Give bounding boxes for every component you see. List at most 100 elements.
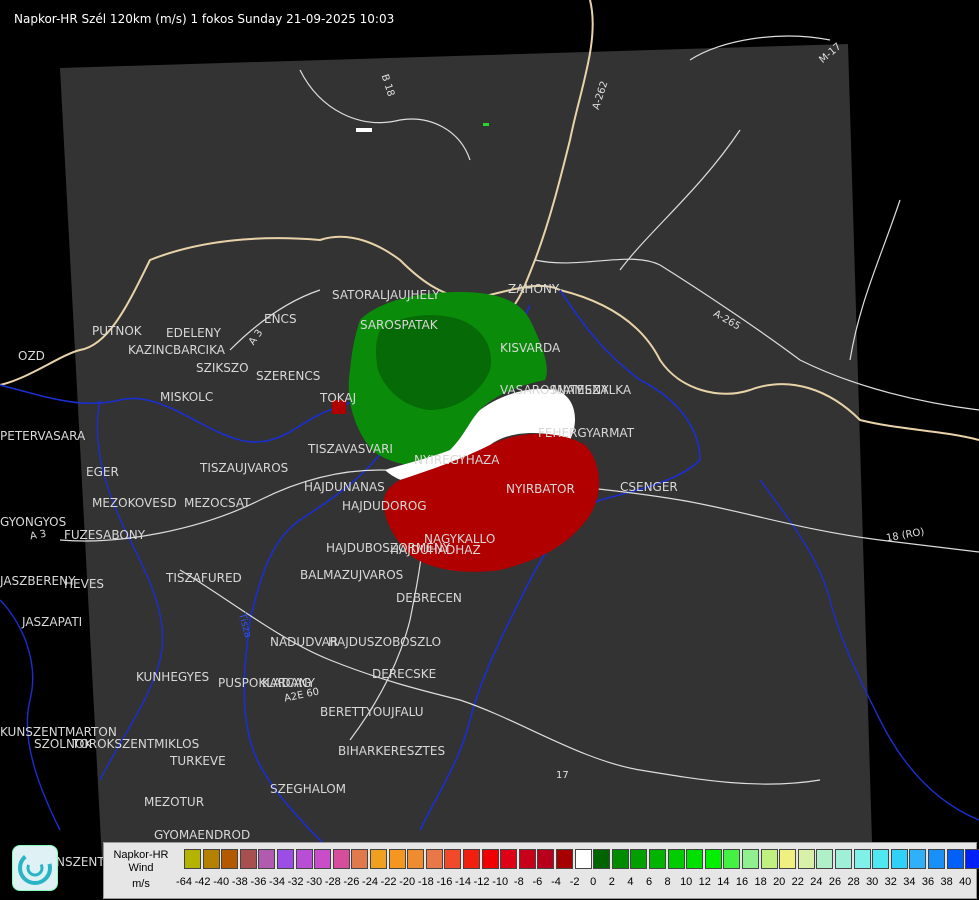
legend-swatch (686, 849, 704, 869)
legend-swatch (500, 849, 518, 869)
legend-swatch (928, 849, 945, 869)
legend-tick: -30 (306, 876, 323, 888)
legend-tick: 0 (590, 876, 597, 888)
place-label: BALMAZUJVAROS (300, 568, 404, 582)
place-label: NYIRBATOR (506, 482, 575, 496)
legend-swatch (760, 849, 778, 869)
place-label: EGER (86, 465, 119, 479)
place-label: NYIREGYHAZA (414, 453, 500, 467)
legend-tick: 18 (754, 876, 767, 888)
legend-unit: m/s (132, 878, 150, 890)
legend-tick: 36 (921, 876, 935, 888)
legend-swatch (444, 849, 462, 869)
legend-tick: -4 (551, 876, 561, 888)
legend-tick: -12 (473, 876, 490, 888)
legend-tick: 20 (773, 876, 786, 888)
place-label: SZIKSZO (196, 361, 249, 375)
place-label: MEZOTUR (144, 795, 205, 809)
legend-tick: 14 (717, 876, 730, 888)
legend-tick: 12 (698, 876, 711, 888)
radar-map (0, 0, 979, 900)
place-label: JASZAPATI (22, 615, 83, 629)
legend-tick: -24 (362, 876, 378, 888)
legend-tick: -8 (513, 876, 524, 888)
map-title: Napkor-HR Szél 120km (m/s) 1 fokos Sunda… (14, 12, 395, 26)
place-label: SZERENCS (256, 369, 321, 383)
legend-swatch (574, 849, 592, 869)
radar-echo-speck (356, 128, 372, 132)
legend-swatch (816, 849, 834, 869)
legend-swatch (779, 849, 797, 869)
place-label: FEHERGYARMAT (538, 426, 635, 440)
legend-swatch (388, 849, 406, 869)
legend-swatch (518, 849, 536, 869)
place-label: SATORALJAUJHELY (332, 288, 440, 302)
road-label: 17 (556, 770, 569, 781)
place-label: SZEGHALOM (270, 782, 347, 796)
legend-swatch (425, 849, 443, 869)
place-label: ENCS (264, 312, 297, 326)
legend-swatch (611, 849, 629, 869)
legend-tick: 26 (828, 876, 842, 888)
place-label: GYONGYOS (0, 515, 67, 529)
legend-title-line1: Napkor-HR (113, 849, 169, 861)
place-label: MATESZALKA (552, 383, 632, 397)
legend-tick: -16 (436, 876, 453, 888)
legend-swatch (407, 849, 425, 869)
legend-swatch (370, 849, 387, 869)
legend-swatch (667, 849, 685, 869)
place-label: HAJDUNANAS (304, 480, 385, 494)
place-label: DEBRECEN (396, 591, 462, 605)
legend-tick: -28 (324, 876, 341, 888)
legend-swatch (556, 849, 573, 869)
legend-swatch (909, 849, 927, 869)
place-label: TISZAUJVAROS (200, 461, 289, 475)
place-label: HAJDUSZOBOSZLO (328, 635, 442, 649)
legend-tick: 40 (959, 876, 972, 888)
napkor-logo (12, 845, 58, 891)
place-label: KARCAG (262, 676, 312, 690)
legend-swatch (537, 849, 555, 869)
legend-swatch (351, 849, 369, 869)
legend-tick: -14 (455, 876, 471, 888)
legend-tick: 38 (940, 876, 953, 888)
legend-tick: -34 (269, 876, 285, 888)
legend-swatch (723, 849, 741, 869)
legend-tick: 16 (735, 876, 749, 888)
legend-tick: -42 (194, 876, 211, 888)
legend-tick: 6 (645, 876, 653, 888)
place-label: NAGYKALLO (424, 532, 496, 546)
radar-echo-speck-green (483, 123, 489, 126)
legend-swatch (463, 849, 480, 869)
legend-tick: 8 (664, 876, 671, 888)
legend-tick: 30 (866, 876, 879, 888)
legend-tick: -22 (380, 876, 397, 888)
legend-tick: 24 (810, 876, 823, 888)
place-label: KUNHEGYES (136, 670, 210, 684)
legend-swatch (277, 849, 294, 869)
place-label: ZAHONY (508, 282, 560, 296)
place-label: TOROKSZENTMIKLOS (72, 737, 200, 751)
place-label: CSENGER (620, 480, 678, 494)
legend-tick: 2 (608, 876, 615, 888)
legend-swatch (946, 849, 964, 869)
place-label: TISZAFURED (166, 571, 242, 585)
place-label: KAZINCBARCIKA (128, 343, 225, 357)
place-label: SAROSPATAK (360, 318, 438, 332)
legend-swatch (872, 849, 890, 869)
legend-tick: -20 (399, 876, 416, 888)
legend-tick: 4 (627, 876, 634, 888)
place-label: MEZOKOVESD (92, 496, 177, 510)
legend-tick: -6 (532, 876, 543, 888)
legend-swatch (797, 849, 815, 869)
legend-swatch (742, 849, 759, 869)
place-label: GYOMAENDROD (154, 828, 251, 842)
legend-swatch (649, 849, 666, 869)
legend-tick: -26 (343, 876, 360, 888)
legend-swatch (332, 849, 350, 869)
wind-legend: Napkor-HR Wind m/s -64 -42 -40 -38 -36 -34 -32… (103, 842, 979, 899)
legend-title: Napkor-HR Wind m/s (106, 849, 176, 891)
place-label: EDELENY (166, 326, 221, 340)
legend-swatch (630, 849, 648, 869)
legend-swatch (593, 849, 611, 869)
